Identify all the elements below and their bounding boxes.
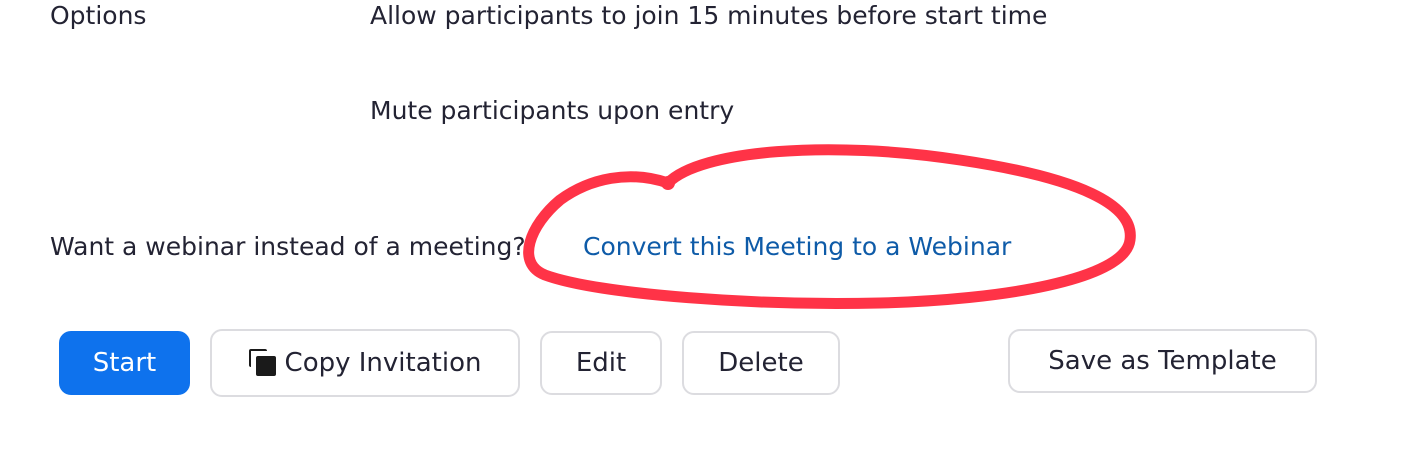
convert-to-webinar-link[interactable]: Convert this Meeting to a Webinar [583,232,1011,261]
copy-icon [248,349,277,377]
option-mute-on-entry: Mute participants upon entry [370,96,735,125]
delete-button-label: Delete [718,348,804,378]
edit-button[interactable]: Edit [540,331,662,395]
save-as-template-label: Save as Template [1048,346,1277,376]
webinar-prompt: Want a webinar instead of a meeting? [50,232,526,261]
copy-invitation-button[interactable]: Copy Invitation [210,329,520,397]
start-button-label: Start [92,348,157,378]
edit-button-label: Edit [575,348,627,378]
save-as-template-button[interactable]: Save as Template [1008,329,1317,393]
delete-button[interactable]: Delete [682,331,840,395]
option-join-before-host: Allow participants to join 15 minutes be… [370,1,1048,30]
start-button[interactable]: Start [59,331,190,395]
options-label: Options [50,1,147,30]
copy-invitation-label: Copy Invitation [284,348,482,378]
